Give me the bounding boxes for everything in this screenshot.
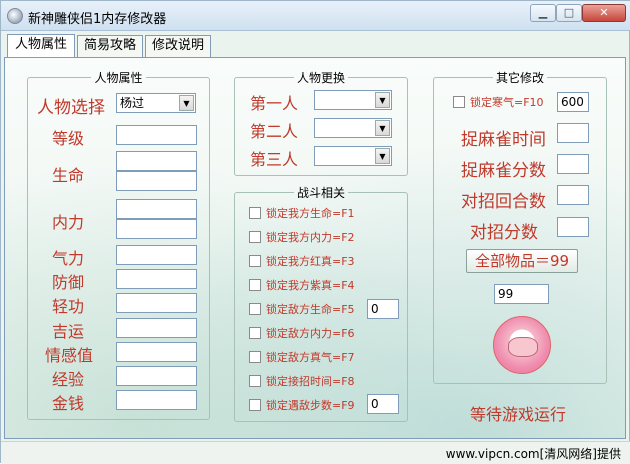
slot-2-label: 第二人: [250, 122, 299, 141]
internal-power-label: 内力: [52, 213, 85, 232]
app-window: 新神雕侠侣1内存修改器 ▁ □ ✕ 人物属性 简易攻略 修改说明 人物属性 人物…: [0, 0, 630, 464]
level-field[interactable]: [116, 125, 197, 145]
lock-our-purple-option[interactable]: 锁定我方紫真=F4: [249, 277, 355, 295]
slot-3-select[interactable]: ▼: [314, 146, 392, 166]
lock-our-purple-label: 锁定我方紫真=F4: [266, 279, 355, 292]
character-select-label: 人物选择: [37, 98, 105, 118]
checkbox[interactable]: [249, 375, 261, 387]
checkbox[interactable]: [249, 303, 261, 315]
footer-credit: www.vipcn.com[清风网络]提供: [445, 447, 621, 461]
hp-label: 生命: [52, 166, 85, 185]
chevron-down-icon[interactable]: ▼: [375, 148, 390, 164]
checkbox[interactable]: [249, 327, 261, 339]
hp-max-field[interactable]: [116, 171, 197, 191]
lock-our-hp-option[interactable]: 锁定我方生命=F1: [249, 205, 355, 223]
title-bar: 新神雕侠侣1内存修改器 ▁ □ ✕: [1, 1, 630, 31]
duel-rounds-label: 对招回合数: [461, 192, 546, 212]
agility-label: 轻功: [52, 297, 85, 316]
lock-enemy-qi-option[interactable]: 锁定敌方真气=F7: [249, 349, 355, 367]
luck-label: 吉运: [52, 322, 85, 341]
all-items-value-field[interactable]: 99: [494, 284, 549, 304]
tab-instructions[interactable]: 修改说明: [145, 35, 211, 57]
checkbox[interactable]: [249, 351, 261, 363]
slot-1-select[interactable]: ▼: [314, 90, 392, 110]
lock-enemy-hp-label: 锁定敌方生命=F5: [266, 303, 355, 316]
duel-score-label: 对招分数: [470, 223, 538, 243]
lock-cold-label: 锁定寒气=F10: [470, 96, 544, 109]
lock-our-hp-label: 锁定我方生命=F1: [266, 207, 355, 220]
lock-enemy-qi-label: 锁定敌方真气=F7: [266, 351, 355, 364]
lock-response-time-option[interactable]: 锁定接招时间=F8: [249, 373, 355, 391]
encounter-steps-value-field[interactable]: 0: [367, 394, 399, 414]
mascot-logo: [493, 316, 551, 374]
status-text: 等待游戏运行: [470, 405, 567, 424]
slot-3-label: 第三人: [250, 150, 299, 169]
sparrow-score-field[interactable]: [557, 154, 589, 174]
attributes-group-title: 人物属性: [94, 71, 143, 85]
checkbox[interactable]: [249, 399, 261, 411]
tab-guide[interactable]: 简易攻略: [77, 35, 143, 57]
lock-enemy-hp-option[interactable]: 锁定敌方生命=F5: [249, 301, 355, 319]
lock-our-red-option[interactable]: 锁定我方红真=F3: [249, 253, 355, 271]
lock-encounter-steps-option[interactable]: 锁定遇敌步数=F9: [249, 397, 355, 415]
enemy-hp-value-field[interactable]: 0: [367, 299, 399, 319]
chevron-down-icon[interactable]: ▼: [179, 95, 194, 111]
chevron-down-icon[interactable]: ▼: [375, 120, 390, 136]
duel-rounds-field[interactable]: [557, 185, 589, 205]
battle-group-title: 战斗相关: [296, 186, 345, 200]
all-items-button[interactable]: 全部物品＝99: [466, 249, 578, 273]
chevron-down-icon[interactable]: ▼: [375, 92, 390, 108]
agility-field[interactable]: [116, 293, 197, 313]
close-button[interactable]: ✕: [582, 4, 626, 22]
checkbox[interactable]: [249, 207, 261, 219]
maximize-button[interactable]: □: [556, 4, 582, 22]
swap-group-title: 人物更换: [296, 71, 345, 85]
experience-label: 经验: [52, 370, 85, 389]
hp-current-field[interactable]: [116, 151, 197, 171]
character-select-value: 杨过: [120, 96, 145, 110]
status-bar: www.vipcn.com[清风网络]提供: [1, 441, 630, 464]
checkbox[interactable]: [249, 231, 261, 243]
sparrow-score-label: 捉麻雀分数: [461, 161, 546, 181]
lock-enemy-mp-label: 锁定敌方内力=F6: [266, 327, 355, 340]
internal-power-max-field[interactable]: [116, 219, 197, 239]
luck-field[interactable]: [116, 318, 197, 338]
defense-label: 防御: [52, 273, 85, 292]
tab-attributes[interactable]: 人物属性: [7, 34, 75, 58]
lock-our-mp-option[interactable]: 锁定我方内力=F2: [249, 229, 355, 247]
affection-field[interactable]: [116, 342, 197, 362]
defense-field[interactable]: [116, 269, 197, 289]
money-field[interactable]: [116, 390, 197, 410]
lock-our-red-label: 锁定我方红真=F3: [266, 255, 355, 268]
lock-cold-option[interactable]: 锁定寒气=F10: [453, 94, 544, 112]
lock-enemy-mp-option[interactable]: 锁定敌方内力=F6: [249, 325, 355, 343]
experience-field[interactable]: [116, 366, 197, 386]
affection-label: 情感值: [45, 346, 94, 365]
duel-score-field[interactable]: [557, 217, 589, 237]
lock-encounter-steps-label: 锁定遇敌步数=F9: [266, 399, 355, 412]
other-group-title: 其它修改: [495, 71, 544, 85]
window-title: 新神雕侠侣1内存修改器: [28, 12, 167, 27]
cold-value-field[interactable]: 600: [557, 92, 589, 112]
lock-our-mp-label: 锁定我方内力=F2: [266, 231, 355, 244]
slot-1-label: 第一人: [250, 94, 299, 113]
checkbox[interactable]: [249, 255, 261, 267]
sparrow-time-field[interactable]: [557, 123, 589, 143]
internal-power-current-field[interactable]: [116, 199, 197, 219]
level-label: 等级: [52, 129, 85, 148]
slot-2-select[interactable]: ▼: [314, 118, 392, 138]
strength-field[interactable]: [116, 245, 197, 265]
checkbox[interactable]: [453, 96, 465, 108]
minimize-button[interactable]: ▁: [530, 4, 556, 22]
lock-response-time-label: 锁定接招时间=F8: [266, 375, 355, 388]
strength-label: 气力: [52, 249, 85, 268]
checkbox[interactable]: [249, 279, 261, 291]
money-label: 金钱: [52, 394, 85, 413]
sparrow-time-label: 捉麻雀时间: [461, 130, 546, 150]
app-icon: [7, 8, 23, 24]
character-select[interactable]: 杨过 ▼: [116, 93, 196, 113]
